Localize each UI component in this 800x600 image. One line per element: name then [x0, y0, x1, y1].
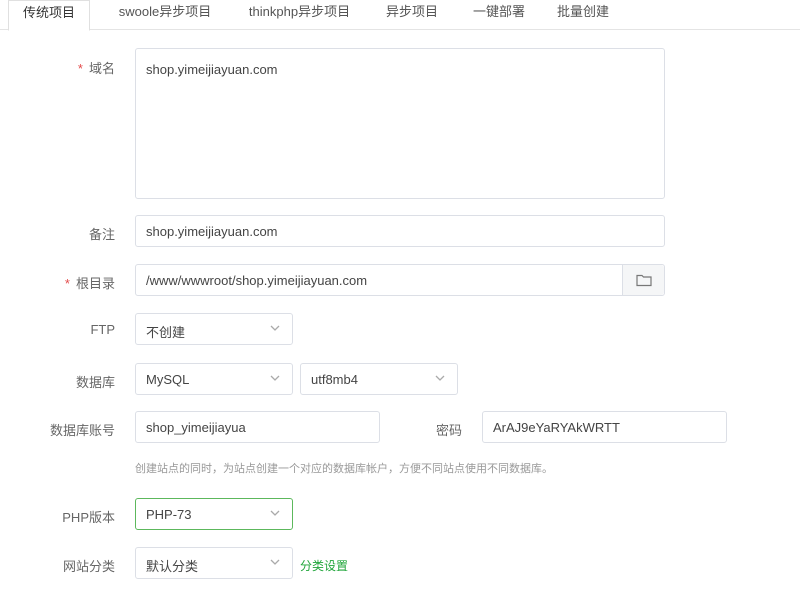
site-category-value: 默认分类: [146, 559, 199, 574]
required-mark: *: [64, 276, 70, 291]
root-dir-input[interactable]: /www/wwwroot/shop.yimeijiayuan.com: [135, 264, 665, 296]
db-account-value: shop_yimeijiayua: [146, 420, 246, 435]
tab-batch-create[interactable]: 批量创建: [543, 0, 623, 28]
database-charset-value: utf8mb4: [311, 372, 358, 387]
ftp-value: 不创建: [146, 325, 186, 340]
php-version-label: PHP版本: [62, 510, 115, 525]
tab-thinkphp-async-project[interactable]: thinkphp异步项目: [232, 0, 367, 28]
category-settings-link[interactable]: 分类设置: [300, 557, 348, 574]
ftp-select[interactable]: 不创建: [135, 313, 293, 345]
root-dir-label-text: 根目录: [75, 276, 115, 291]
db-password-label: 密码: [435, 423, 462, 438]
domain-label-text: 域名: [88, 61, 115, 76]
tab-swoole-async-project[interactable]: swoole异步项目: [105, 0, 225, 28]
browse-folder-button[interactable]: [622, 265, 664, 295]
database-charset-select[interactable]: utf8mb4: [300, 363, 458, 395]
database-label: 数据库: [75, 375, 115, 390]
remark-input[interactable]: shop.yimeijiayuan.com: [135, 215, 665, 247]
root-dir-value: /www/wwwroot/shop.yimeijiayuan.com: [146, 273, 368, 288]
root-dir-label: * 根目录: [5, 273, 115, 292]
remark-value: shop.yimeijiayuan.com: [146, 224, 278, 239]
php-version-value: PHP-73: [146, 507, 192, 522]
chevron-down-icon: [435, 375, 445, 381]
tab-async-project[interactable]: 异步项目: [372, 0, 452, 28]
db-hint-text: 创建站点的同时，为站点创建一个对应的数据库帐户，方便不同站点使用不同数据库。: [135, 463, 553, 475]
tab-one-click-deploy[interactable]: 一键部署: [459, 0, 539, 28]
ftp-label: FTP: [90, 322, 115, 337]
php-version-select[interactable]: PHP-73: [135, 498, 293, 530]
chevron-down-icon: [270, 375, 280, 381]
remark-label: 备注: [88, 227, 115, 242]
db-password-input[interactable]: ArAJ9eYaRYAkWRTT: [482, 411, 727, 443]
domain-value: shop.yimeijiayuan.com: [146, 62, 278, 77]
domain-textarea[interactable]: shop.yimeijiayuan.com: [135, 48, 665, 199]
db-account-label: 数据库账号: [49, 423, 115, 438]
database-type-select[interactable]: MySQL: [135, 363, 293, 395]
folder-icon: [636, 274, 652, 287]
tab-traditional-project[interactable]: 传统项目: [8, 0, 90, 31]
required-mark: *: [77, 61, 83, 76]
db-account-input[interactable]: shop_yimeijiayua: [135, 411, 380, 443]
site-category-label: 网站分类: [62, 559, 115, 574]
chevron-down-icon: [270, 325, 280, 331]
domain-label: * 域名: [5, 58, 115, 77]
site-category-select[interactable]: 默认分类: [135, 547, 293, 579]
tab-bar: 传统项目 swoole异步项目 thinkphp异步项目 异步项目 一键部署 批…: [0, 0, 800, 31]
db-password-value: ArAJ9eYaRYAkWRTT: [493, 420, 620, 435]
chevron-down-icon: [270, 559, 280, 565]
database-type-value: MySQL: [146, 372, 190, 387]
chevron-down-icon: [270, 510, 280, 516]
